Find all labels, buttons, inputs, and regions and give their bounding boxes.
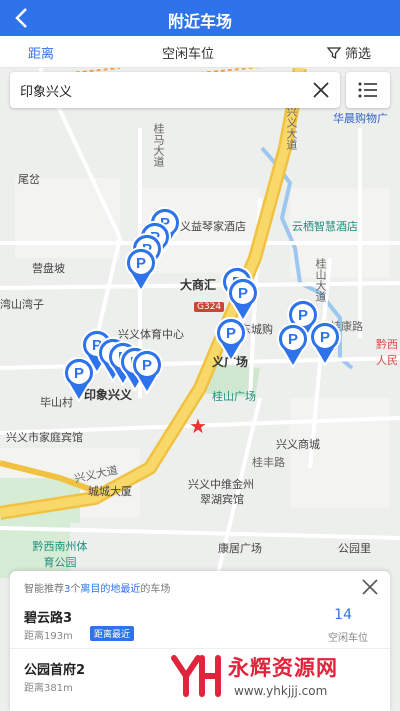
map-label-guifeng: 桂丰路 xyxy=(252,456,285,469)
close-panel-icon[interactable] xyxy=(360,577,380,597)
svg-text:P: P xyxy=(320,329,330,346)
title-bar: 附近车场 xyxy=(0,0,400,36)
map-label-park: 公园里 xyxy=(338,542,371,555)
page-title: 附近车场 xyxy=(167,12,232,31)
map-label-wanshan: 湾山湾子 xyxy=(0,298,44,311)
sort-tabs: 距离 空闲车位 筛选 xyxy=(0,36,400,68)
free-space-count: 14 xyxy=(334,607,352,623)
map-label-chengcheng: 城城大厦 xyxy=(88,485,132,498)
map-label-guishan: 桂山大道 xyxy=(314,258,327,302)
nearest-badge: 距离最近 xyxy=(90,626,135,641)
filter-icon xyxy=(326,46,342,59)
parking-name: 碧云路3 xyxy=(24,611,73,626)
map-label-yingpo: 营盘坡 xyxy=(32,262,65,275)
map-label-huaxin: 华晨购物广 xyxy=(333,112,388,125)
parking-pin-icon[interactable]: P xyxy=(124,246,158,292)
search-input[interactable]: 印象兴义 xyxy=(20,81,72,100)
clear-search-icon[interactable] xyxy=(310,79,332,101)
svg-text:P: P xyxy=(226,325,236,342)
tab-distance[interactable]: 距离 xyxy=(28,43,54,62)
search-box[interactable]: 印象兴义 xyxy=(10,72,340,108)
map-label-guishan-square: 桂山广场 xyxy=(212,390,256,403)
svg-text:P: P xyxy=(74,365,84,382)
parking-distance: 距离193m xyxy=(24,631,73,642)
tab-free-spaces[interactable]: 空闲车位 xyxy=(162,43,214,62)
watermark-logo-icon xyxy=(171,655,221,697)
parking-pin-icon[interactable]: P xyxy=(276,322,310,368)
list-icon xyxy=(358,82,377,98)
parking-item[interactable]: 碧云路3 距离193m 距离最近 14 空闲车位 xyxy=(10,605,390,649)
parking-name: 公园首府2 xyxy=(24,663,86,678)
map-label-sports-park: 黔西南州体育公园 xyxy=(32,540,88,569)
parking-pin-icon[interactable]: P xyxy=(130,348,164,394)
svg-text:P: P xyxy=(238,285,248,302)
svg-text:P: P xyxy=(288,331,298,348)
map-label-guima: 桂马大道 xyxy=(152,123,165,167)
svg-text:P: P xyxy=(142,357,152,374)
destination-star-icon: ★ xyxy=(189,414,207,438)
svg-text:P: P xyxy=(136,255,146,272)
parking-distance: 距离381m xyxy=(24,683,73,694)
watermark-url: www.yhkjjj.com xyxy=(234,684,328,698)
watermark-text: 永辉资源网 xyxy=(228,656,338,680)
map-label-kangju: 康居广场 xyxy=(218,542,262,555)
recommendation-text: 智能推荐3个离目的地最近的车场 xyxy=(24,584,171,595)
map-label-family-hotel: 兴义市家庭宾馆 xyxy=(6,431,83,444)
free-space-label: 空闲车位 xyxy=(328,633,368,644)
map-label-qianxi-hospital: 黔西人民 xyxy=(376,338,398,367)
filter-label: 筛选 xyxy=(345,47,372,62)
map-label-yizhen: 义益琴家酒店 xyxy=(180,220,246,233)
map-label-jinzhou: 兴义中维金州 xyxy=(188,478,254,491)
map-label-weiya: 尾岔 xyxy=(18,173,40,186)
map-label-yunqi: 云栖智慧酒店 xyxy=(292,220,358,233)
map-label-xingyi-mall: 兴义商城 xyxy=(276,438,320,451)
map-label-cuihu: 翠湖宾馆 xyxy=(200,493,244,506)
filter-button[interactable]: 筛选 xyxy=(326,43,371,62)
parking-pin-icon[interactable]: P xyxy=(62,356,96,402)
watermark: 永辉资源网 www.yhkjjj.com xyxy=(170,648,400,708)
parking-pin-icon[interactable]: P xyxy=(214,316,248,362)
parking-pin-icon[interactable]: P xyxy=(308,320,342,366)
map-label-dashang: 大商汇 xyxy=(180,278,217,292)
list-view-button[interactable] xyxy=(346,72,390,108)
map-label-xingyi-avenue-top: 兴义大道 xyxy=(285,106,298,150)
